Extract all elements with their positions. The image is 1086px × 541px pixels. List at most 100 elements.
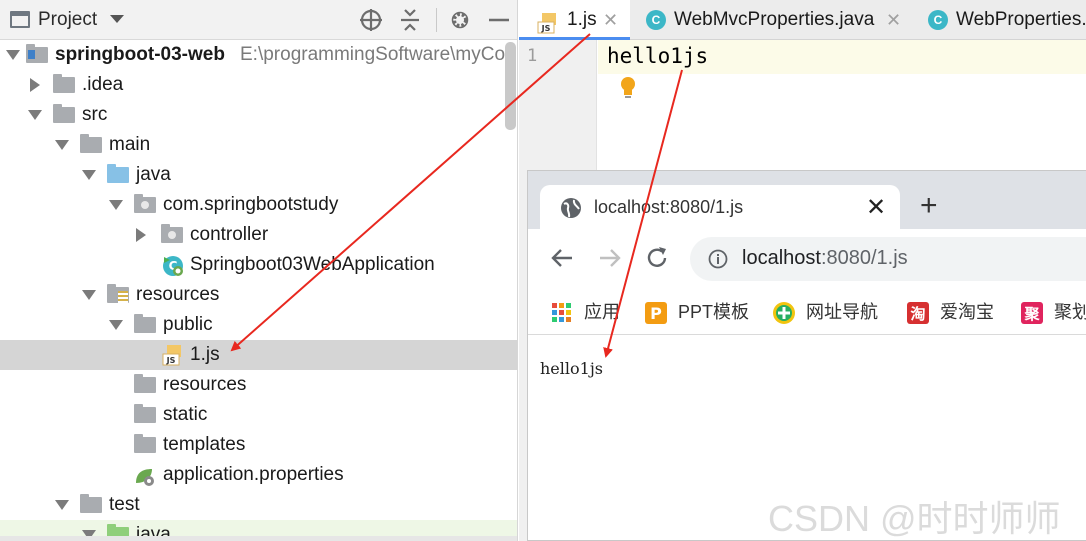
folder-icon bbox=[53, 74, 75, 93]
locate-icon[interactable] bbox=[358, 7, 384, 33]
project-view-dropdown-icon[interactable] bbox=[110, 15, 124, 23]
nav-plus-icon bbox=[772, 301, 796, 325]
tree-row-static[interactable]: static bbox=[0, 400, 517, 430]
editor-tab-bar: JS 1.js ✕ C WebMvcProperties.java ✕ C We… bbox=[519, 0, 1086, 40]
tree-row-test[interactable]: test bbox=[0, 490, 517, 520]
expand-arrow-icon[interactable] bbox=[55, 130, 69, 160]
resources-folder-icon bbox=[107, 284, 129, 303]
bookmark-label: 应用 bbox=[584, 302, 620, 322]
bookmark-label: 聚划 bbox=[1054, 302, 1086, 322]
svg-text:JS: JS bbox=[541, 24, 551, 33]
horizontal-scrollbar[interactable] bbox=[0, 536, 517, 541]
folder-icon bbox=[134, 374, 156, 393]
editor-tab-1js[interactable]: JS 1.js ✕ bbox=[519, 0, 630, 40]
tree-row-resources[interactable]: resources bbox=[0, 280, 517, 310]
bookmark-apps[interactable]: 应用 bbox=[550, 299, 620, 325]
tree-row-1js[interactable]: JS 1.js bbox=[0, 340, 517, 370]
svg-text:P: P bbox=[650, 304, 662, 323]
info-icon[interactable] bbox=[708, 249, 728, 269]
address-bar[interactable]: localhost:8080/1.js bbox=[690, 237, 1086, 281]
expand-arrow-icon[interactable] bbox=[82, 160, 96, 190]
tree-label: com.springbootstudy bbox=[163, 194, 339, 215]
tree-label: main bbox=[109, 134, 151, 155]
tree-row-idea[interactable]: .idea bbox=[0, 70, 517, 100]
bookmark-nav[interactable]: 网址导航 bbox=[772, 299, 878, 325]
tree-row-java[interactable]: java bbox=[0, 160, 517, 190]
new-tab-icon[interactable]: + bbox=[920, 191, 938, 221]
tree-label: .idea bbox=[82, 74, 124, 95]
expand-arrow-icon[interactable] bbox=[28, 100, 42, 130]
svg-text:JS: JS bbox=[166, 356, 176, 365]
folder-icon bbox=[80, 494, 102, 513]
folder-icon bbox=[134, 404, 156, 423]
collapse-arrow-icon[interactable] bbox=[28, 70, 42, 100]
folder-icon bbox=[80, 134, 102, 153]
juhuasuan-icon: 聚 bbox=[1020, 301, 1044, 325]
expand-arrow-icon[interactable] bbox=[82, 280, 96, 310]
browser-toolbar: localhost:8080/1.js bbox=[528, 229, 1086, 289]
class-icon: C bbox=[928, 10, 948, 30]
js-file-icon: JS bbox=[162, 344, 184, 366]
expand-arrow-icon[interactable] bbox=[6, 40, 20, 70]
forward-arrow-icon[interactable] bbox=[594, 243, 624, 273]
tree-row-controller[interactable]: controller bbox=[0, 220, 517, 250]
tree-row-application-properties[interactable]: application.properties bbox=[0, 460, 517, 490]
tree-label: 1.js bbox=[190, 344, 220, 365]
class-icon: C bbox=[646, 10, 666, 30]
ppt-icon: P bbox=[644, 301, 668, 325]
code-line[interactable]: hello1js bbox=[607, 44, 708, 68]
module-folder-icon bbox=[26, 44, 48, 63]
tree-row-resources-folder[interactable]: resources bbox=[0, 370, 517, 400]
back-arrow-icon[interactable] bbox=[548, 243, 578, 273]
tree-label: public bbox=[163, 314, 213, 335]
editor-tab-webproperties[interactable]: C WebProperties. bbox=[920, 0, 1086, 40]
tree-label: java bbox=[136, 164, 171, 185]
source-folder-icon bbox=[107, 164, 129, 183]
close-icon[interactable]: ✕ bbox=[886, 0, 901, 40]
tree-row-public[interactable]: public bbox=[0, 310, 517, 340]
project-title[interactable]: Project bbox=[38, 9, 97, 31]
expand-arrow-icon[interactable] bbox=[55, 490, 69, 520]
tree-row-main[interactable]: main bbox=[0, 130, 517, 160]
tree-row-project-root[interactable]: springboot-03-web E:\programmingSoftware… bbox=[0, 40, 517, 70]
tree-row-templates[interactable]: templates bbox=[0, 430, 517, 460]
project-header: Project bbox=[0, 0, 517, 40]
url-host: localhost bbox=[742, 247, 821, 269]
tree-label: static bbox=[163, 404, 208, 425]
project-tool-window: Project springboot-03-web E:\programming… bbox=[0, 0, 518, 541]
collapse-all-icon[interactable] bbox=[397, 7, 423, 33]
minimize-icon[interactable] bbox=[486, 7, 512, 33]
bookmark-juhuasuan[interactable]: 聚 聚划 bbox=[1020, 299, 1086, 325]
expand-arrow-icon[interactable] bbox=[109, 190, 123, 220]
close-icon[interactable]: ✕ bbox=[603, 0, 618, 40]
bookmark-ppt[interactable]: P PPT模板 bbox=[644, 299, 749, 325]
close-tab-icon[interactable]: ✕ bbox=[866, 193, 886, 222]
vertical-scrollbar[interactable] bbox=[505, 42, 516, 130]
tree-row-package[interactable]: com.springbootstudy bbox=[0, 190, 517, 220]
taobao-icon: 淘 bbox=[906, 301, 930, 325]
gear-icon[interactable] bbox=[447, 7, 473, 33]
tree-label: test bbox=[109, 494, 140, 515]
reload-icon[interactable] bbox=[642, 243, 672, 273]
bookmark-label: PPT模板 bbox=[678, 302, 750, 322]
properties-file-icon bbox=[134, 465, 156, 487]
bookmark-taobao[interactable]: 淘 爱淘宝 bbox=[906, 299, 994, 325]
tree-label: resources bbox=[163, 374, 247, 395]
project-window-icon bbox=[10, 11, 30, 28]
bookmarks-bar: 应用 P PPT模板 网址导航 淘 爱淘宝 聚 聚划 bbox=[528, 289, 1086, 335]
expand-arrow-icon[interactable] bbox=[109, 310, 123, 340]
line-number: 1 bbox=[527, 46, 538, 66]
svg-text:淘: 淘 bbox=[909, 305, 925, 323]
lightbulb-icon[interactable] bbox=[617, 75, 639, 99]
folder-icon bbox=[134, 314, 156, 333]
spring-boot-class-icon: C bbox=[162, 255, 184, 277]
tree-row-application-class[interactable]: C Springboot03WebApplication bbox=[0, 250, 517, 280]
tab-label: WebProperties. bbox=[956, 9, 1086, 30]
browser-tab[interactable]: localhost:8080/1.js ✕ bbox=[540, 185, 900, 229]
apps-grid-icon bbox=[550, 301, 574, 325]
tree-row-src[interactable]: src bbox=[0, 100, 517, 130]
bookmark-label: 爱淘宝 bbox=[940, 302, 994, 322]
collapse-arrow-icon[interactable] bbox=[134, 220, 148, 250]
tree-label: resources bbox=[136, 284, 220, 305]
editor-tab-webmvcproperties[interactable]: C WebMvcProperties.java ✕ bbox=[630, 0, 920, 40]
